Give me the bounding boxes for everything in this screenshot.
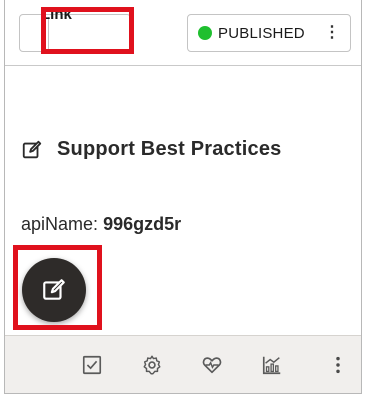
app-panel: Link PUBLISHED ⋮ Support Best Practices … <box>4 0 362 394</box>
chart-icon[interactable] <box>259 352 285 378</box>
edit-icon <box>43 279 65 300</box>
left-segment-control <box>19 14 131 52</box>
edit-icon <box>22 140 42 158</box>
api-name-label: apiName: <box>21 214 99 234</box>
status-label: PUBLISHED <box>218 24 305 42</box>
top-toolbar: Link PUBLISHED ⋮ <box>5 0 361 66</box>
more-vertical-icon[interactable] <box>325 352 351 378</box>
checkbox-icon[interactable] <box>79 352 105 378</box>
link-button[interactable]: Link <box>41 6 72 23</box>
bottom-toolbar <box>5 335 361 393</box>
api-name-line: apiName: 996gzd5r <box>21 214 181 235</box>
api-name-value: 996gzd5r <box>103 214 182 234</box>
gear-icon[interactable] <box>139 352 165 378</box>
page-title-row: Support Best Practices <box>21 138 281 161</box>
kebab-vertical-icon[interactable]: ⋮ <box>324 25 340 41</box>
page-title: Support Best Practices <box>57 138 282 160</box>
heart-pulse-icon[interactable] <box>199 352 225 378</box>
edit-fab-button[interactable] <box>22 258 86 322</box>
published-status-button[interactable]: PUBLISHED ⋮ <box>187 14 351 52</box>
published-status-dot <box>198 26 212 40</box>
